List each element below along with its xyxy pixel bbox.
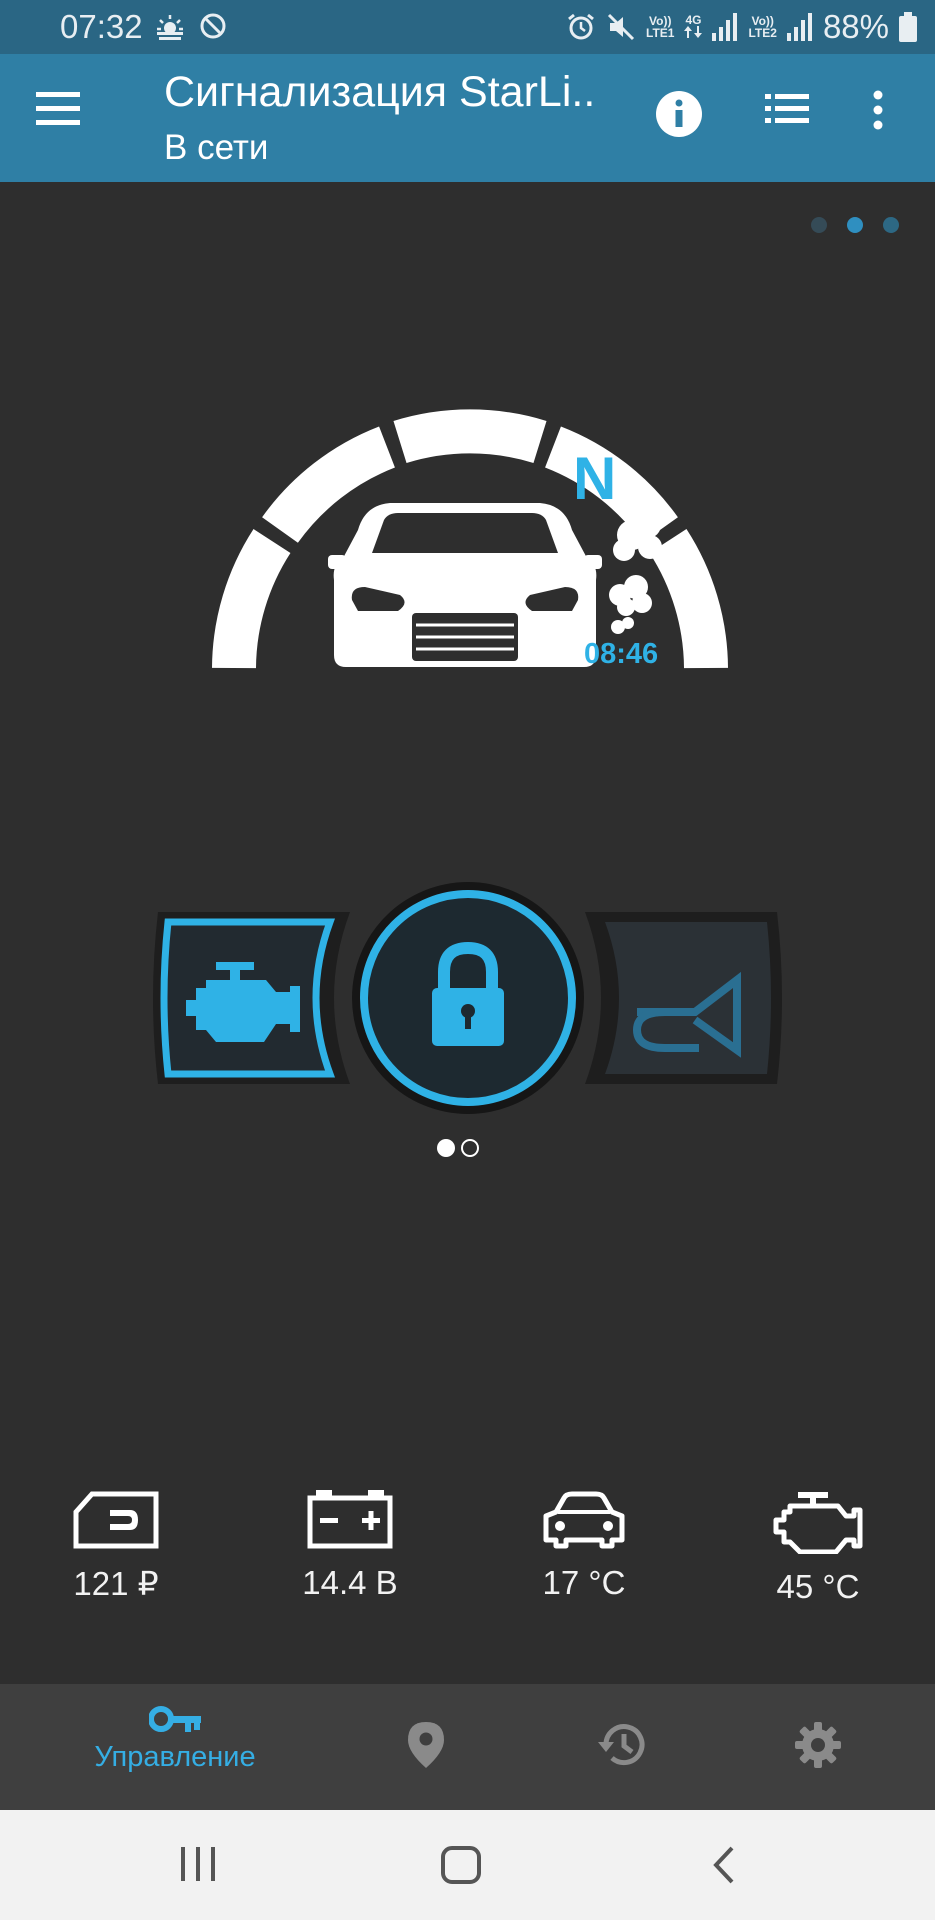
gauge-segment xyxy=(212,529,291,669)
nav-tab-control[interactable]: Управление xyxy=(70,1684,280,1810)
car-icon xyxy=(543,1491,625,1549)
mute-icon xyxy=(607,13,635,41)
exhaust-smoke-icon xyxy=(609,512,662,634)
control-page-indicator xyxy=(437,1139,479,1157)
menu-button[interactable] xyxy=(36,92,90,144)
page-dot xyxy=(883,217,899,233)
signal1-icon xyxy=(712,13,738,41)
gear-icon xyxy=(795,1722,841,1768)
control-page-dot xyxy=(461,1139,479,1157)
battery-percent: 88% xyxy=(822,8,889,45)
engine-timer: 08:46 xyxy=(584,638,659,670)
page-dot-active xyxy=(847,217,863,233)
list-button[interactable] xyxy=(765,94,811,136)
back-chevron-icon xyxy=(713,1846,734,1884)
key-icon xyxy=(148,1706,201,1732)
lock-button[interactable] xyxy=(350,880,586,1116)
balance-sensor: 121 ₽ xyxy=(36,1490,196,1603)
more-vert-icon xyxy=(873,90,883,130)
lte1-label: LTE1 xyxy=(646,26,675,40)
horn-button[interactable] xyxy=(575,900,785,1096)
engine-temp-sensor: 45 °C xyxy=(738,1490,898,1606)
status-gauge xyxy=(212,409,728,669)
recent-apps-icon xyxy=(181,1847,215,1881)
gauge-segment xyxy=(393,409,547,464)
engine-start-button[interactable] xyxy=(150,900,360,1096)
connection-status: В сети xyxy=(164,128,269,167)
balance-value: 121 ₽ xyxy=(73,1565,159,1602)
alarm-icon xyxy=(568,13,594,40)
engine-temp-value: 45 °C xyxy=(776,1568,860,1605)
home-icon xyxy=(441,1846,481,1884)
lte2-label: LTE2 xyxy=(748,26,777,40)
home-button[interactable] xyxy=(440,1840,500,1890)
no-disturb-icon xyxy=(200,13,226,39)
system-navigation-bar xyxy=(0,1810,935,1920)
gear-indicator: N xyxy=(573,445,617,512)
page-dot xyxy=(811,217,827,233)
cabin-temp-sensor: 17 °C xyxy=(504,1490,664,1602)
info-icon xyxy=(656,91,702,137)
network-4g-label: 4G xyxy=(685,13,702,27)
signal2-icon xyxy=(786,13,812,41)
data-arrows-icon xyxy=(684,26,703,38)
voltage-sensor: 14.4 В xyxy=(270,1490,430,1602)
nav-tab-settings[interactable] xyxy=(790,1684,846,1810)
nav-tab-history[interactable] xyxy=(590,1684,654,1810)
app-bar: Сигнализация StarLi.. В сети xyxy=(0,54,935,182)
hamburger-icon xyxy=(36,92,80,125)
voltage-value: 14.4 В xyxy=(302,1564,398,1601)
list-icon xyxy=(765,94,809,123)
more-options-button[interactable] xyxy=(872,90,900,142)
sim-card-icon xyxy=(73,1491,159,1549)
bottom-navigation: Управление xyxy=(0,1684,935,1810)
history-icon xyxy=(598,1724,645,1766)
back-button[interactable] xyxy=(708,1840,768,1890)
nav-tab-control-label: Управление xyxy=(94,1741,256,1773)
app-title: Сигнализация StarLi.. xyxy=(164,68,596,116)
engine-icon xyxy=(773,1492,863,1554)
battery-icon xyxy=(307,1490,393,1549)
status-bar: 07:32 Vo)) LTE1 4G Vo)) LTE2 88% xyxy=(0,0,935,54)
nav-tab-map[interactable] xyxy=(396,1684,456,1810)
recent-apps-button[interactable] xyxy=(178,1840,238,1890)
status-time: 07:32 xyxy=(60,8,143,45)
car-front-icon xyxy=(328,503,602,667)
battery-icon xyxy=(899,12,917,42)
page-indicator xyxy=(811,217,899,233)
control-page-dot-active xyxy=(437,1139,455,1157)
location-pin-icon xyxy=(408,1722,444,1768)
info-button[interactable] xyxy=(655,90,705,140)
weather-icon xyxy=(157,15,183,40)
gauge-segment xyxy=(649,529,728,669)
cabin-temp-value: 17 °C xyxy=(542,1564,626,1601)
